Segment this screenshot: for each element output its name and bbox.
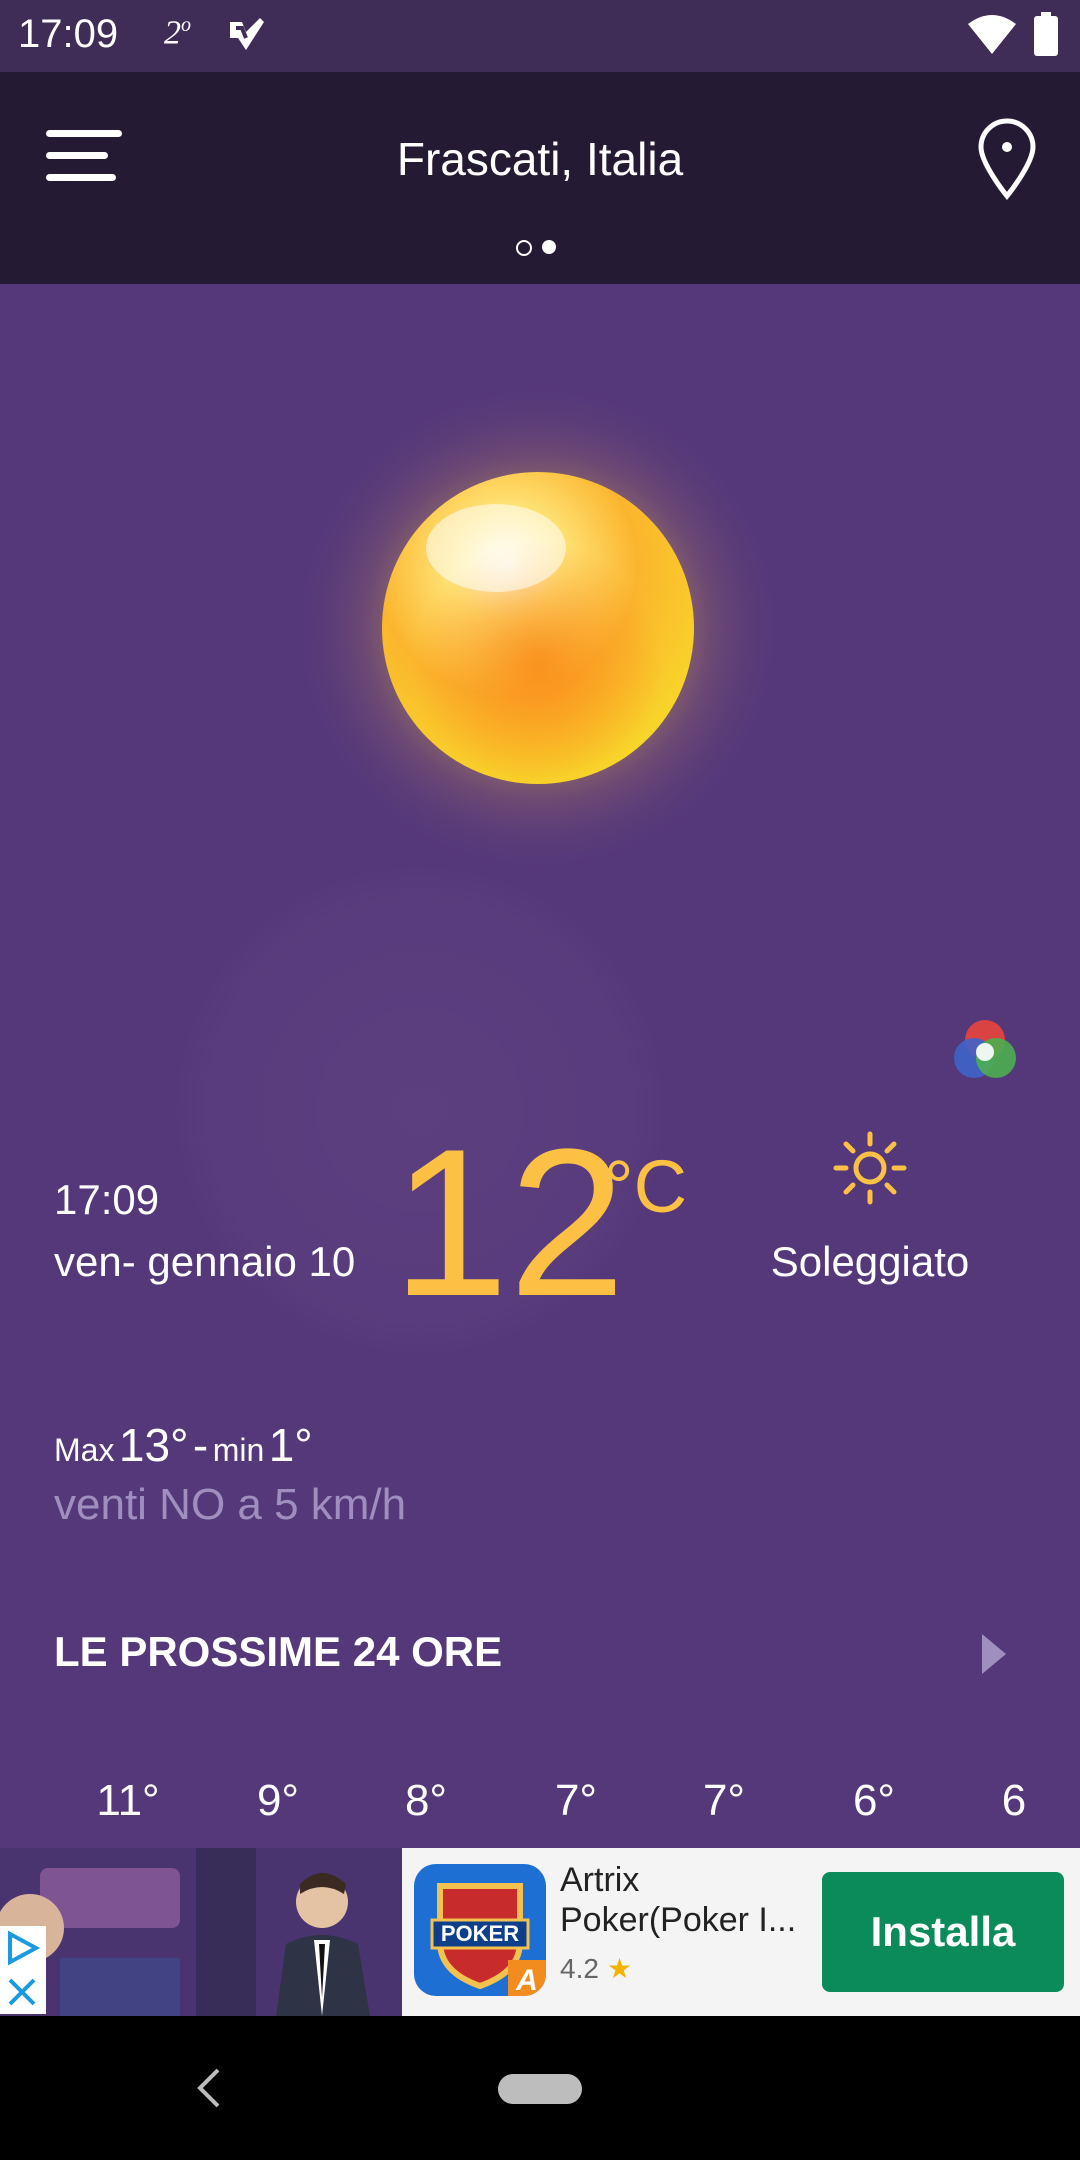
star-icon: ★	[606, 1953, 633, 1984]
back-icon[interactable]	[190, 2062, 226, 2114]
hourly-temp-6: 6°	[852, 1776, 896, 1825]
min-value: 1°	[268, 1419, 313, 1471]
max-label: Max	[54, 1432, 115, 1468]
poker-app-icon: POKER A	[414, 1864, 546, 1996]
ad-app-icon[interactable]: POKER A	[414, 1864, 546, 1996]
hourly-temp-1: 11°	[96, 1776, 160, 1825]
page-indicator	[516, 240, 566, 260]
page-dot-1[interactable]	[516, 240, 532, 256]
menu-line-top	[46, 130, 122, 137]
min-label: min	[212, 1432, 265, 1468]
page-dot-2[interactable]	[542, 240, 556, 254]
status-temp-badge: 2o	[164, 14, 191, 52]
ad-app-name[interactable]: Artrix Poker(Poker I...	[560, 1860, 820, 1940]
ad-artwork	[0, 1848, 402, 2016]
menu-line-bottom	[46, 174, 116, 181]
current-time: 17:09	[54, 1176, 160, 1223]
chevron-right-icon[interactable]	[980, 1632, 1008, 1676]
sun-illustration	[288, 378, 788, 878]
temperature-unit: °C	[604, 1145, 688, 1228]
ad-banner[interactable]: POKER A Artrix Poker(Poker I... 4.2 ★ Ins…	[0, 1848, 1080, 2016]
menu-line-middle	[46, 152, 108, 159]
ad-image[interactable]	[0, 1848, 402, 2016]
wifi-icon	[968, 15, 1016, 54]
ad-choices[interactable]	[0, 1926, 46, 2014]
menu-button[interactable]	[46, 128, 122, 192]
hourly-temp-3: 8°	[404, 1776, 448, 1825]
color-theme-icon[interactable]	[952, 1018, 1018, 1084]
ad-choices-icon[interactable]	[0, 1926, 46, 2014]
max-min-temperature: Max 13° - min 1°	[54, 1418, 313, 1472]
install-button[interactable]: Installa	[822, 1872, 1064, 1992]
max-value: 13°	[118, 1419, 189, 1471]
condition-label: Soleggiato	[770, 1238, 970, 1285]
location-pin-icon[interactable]	[976, 118, 1038, 200]
ad-rating: 4.2 ★	[560, 1952, 632, 1985]
ad-rating-value: 4.2	[560, 1953, 599, 1984]
current-date: ven- gennaio 10	[54, 1238, 356, 1285]
status-temp-degree: o	[181, 14, 191, 36]
notification-check-icon	[230, 18, 264, 50]
max-min-separator: -	[192, 1419, 209, 1471]
app-bar: Frascati, Italia	[0, 72, 1080, 284]
status-time: 17:09	[18, 12, 119, 56]
next-24h-title[interactable]: LE PROSSIME 24 ORE	[54, 1628, 502, 1676]
wind-info: venti NO a 5 km/h	[54, 1480, 407, 1529]
current-temperature: 12	[392, 1105, 626, 1340]
home-pill[interactable]	[498, 2074, 582, 2104]
hourly-temp-4: 7°	[554, 1776, 598, 1825]
status-bar: 17:09 2o	[0, 0, 1080, 72]
hourly-temp-5: 7°	[702, 1776, 746, 1825]
hourly-temp-7: 6	[1001, 1776, 1027, 1825]
battery-icon	[1034, 12, 1058, 56]
svg-text:POKER: POKER	[441, 1921, 519, 1946]
svg-text:A: A	[515, 1964, 538, 1996]
status-temp-value: 2	[164, 14, 181, 52]
hourly-temp-2: 9°	[256, 1776, 300, 1825]
navigation-bar	[0, 2016, 1080, 2160]
location-title: Frascati, Italia	[396, 133, 684, 185]
sun-icon	[833, 1131, 907, 1205]
